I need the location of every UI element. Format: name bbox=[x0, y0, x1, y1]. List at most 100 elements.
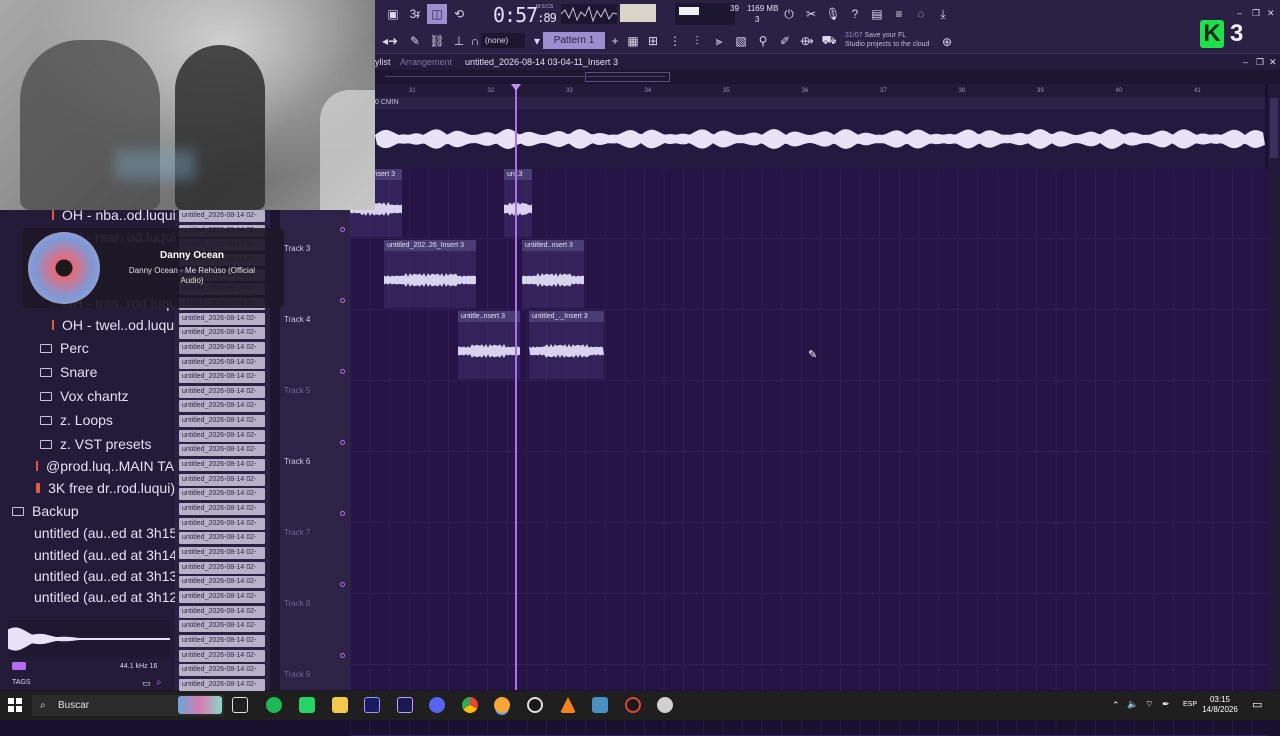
audio-clip[interactable]: untitled_202..26_Insert 3 bbox=[384, 240, 476, 308]
help-icon[interactable]: ? bbox=[845, 4, 865, 24]
track-name[interactable]: Track 5 bbox=[284, 386, 310, 395]
browser-item[interactable]: Perc bbox=[0, 337, 175, 359]
save-icon[interactable]: ▤ bbox=[867, 4, 887, 24]
windows-start-icon[interactable] bbox=[8, 698, 22, 712]
globe-icon[interactable]: ⊕ bbox=[937, 32, 957, 52]
browser-item[interactable]: untitled (au..ed at 3h12) bbox=[0, 586, 182, 608]
pattern-clip-item[interactable]: untitled_2026-08-14 02- bbox=[179, 415, 265, 428]
pattern-clip-item[interactable]: untitled_2026-08-14 02- bbox=[179, 341, 265, 354]
piano-roll-icon[interactable]: ⊞ bbox=[643, 31, 663, 51]
mute-tool-icon[interactable]: ⟴ bbox=[797, 31, 817, 51]
pattern-clip-item[interactable]: untitled_2026-08-14 02- bbox=[179, 546, 265, 559]
pattern-clip-item[interactable]: untitled_2026-08-14 02- bbox=[179, 561, 265, 574]
pattern-clip-item[interactable]: untitled_2026-08-14 02- bbox=[179, 429, 265, 442]
pattern-clip-item[interactable]: untitled_2026-08-14 02- bbox=[179, 634, 265, 647]
plugin-icon[interactable]: ⚲ bbox=[753, 31, 773, 51]
track-row[interactable] bbox=[350, 240, 1268, 310]
track-mute-icon[interactable] bbox=[340, 440, 345, 445]
track-mute-icon[interactable] bbox=[340, 582, 345, 587]
track-name[interactable]: Track 4 bbox=[284, 315, 310, 324]
track-row[interactable] bbox=[350, 595, 1268, 665]
pattern-selector[interactable]: Pattern 1 bbox=[543, 32, 605, 49]
vertical-scrollbar[interactable] bbox=[1268, 84, 1280, 690]
browser-item[interactable]: OH - twel..od.luqui bbox=[0, 314, 177, 336]
browser-item[interactable]: untitled (au..ed at 3h14) bbox=[0, 544, 182, 566]
cut-icon[interactable]: ✂ bbox=[801, 4, 821, 24]
mixer-faders-icon[interactable]: ⫶ bbox=[687, 31, 707, 51]
browser-item[interactable]: Vox chantz bbox=[0, 385, 175, 407]
track-mute-icon[interactable] bbox=[340, 369, 345, 374]
discord-icon[interactable] bbox=[429, 697, 445, 713]
browser-item[interactable]: Snare bbox=[0, 361, 175, 383]
track-row[interactable] bbox=[350, 524, 1268, 594]
browser-tree-icon[interactable]: ⫸ bbox=[709, 31, 729, 51]
pattern-clip-item[interactable]: untitled_2026-08-14 02- bbox=[179, 210, 265, 222]
brush-icon[interactable]: ✐ bbox=[775, 31, 795, 51]
browser-item[interactable]: untitled (au..ed at 3h15) bbox=[0, 522, 182, 544]
browser-item[interactable]: z. Loops bbox=[0, 409, 175, 431]
loop-record-icon[interactable]: ⟲ bbox=[449, 4, 469, 24]
mixer-icon[interactable]: ≡ bbox=[889, 4, 909, 24]
pattern-clip-item[interactable]: untitled_2026-08-14 02- bbox=[179, 517, 265, 530]
channel-rack-icon[interactable]: ⋮ bbox=[665, 31, 685, 51]
taskbar-clock[interactable]: 03:15 14/8/2026 bbox=[1195, 695, 1245, 715]
playhead-marker-icon[interactable] bbox=[511, 84, 521, 91]
pattern-clip-item[interactable]: untitled_2026-08-14 02- bbox=[179, 371, 265, 384]
playlist-minimize-icon[interactable]: – bbox=[1243, 57, 1248, 67]
pattern-clip-item[interactable]: untitled_2026-08-14 02- bbox=[179, 488, 265, 501]
arrow-right-icon[interactable]: ➜ bbox=[383, 31, 403, 51]
news-panel[interactable]: 31/07 Save your FL Studio projects to the… bbox=[845, 31, 929, 49]
pattern-clip-item[interactable]: untitled_2026-08-14 02- bbox=[179, 327, 265, 340]
add-pattern-icon[interactable]: + bbox=[605, 31, 625, 51]
browser-item[interactable]: z. VST presets bbox=[0, 433, 175, 455]
playlist-overview[interactable] bbox=[375, 70, 1280, 84]
pattern-clip-item[interactable]: untitled_2026-08-14 02- bbox=[179, 590, 265, 603]
pattern-clip-item[interactable]: untitled_2026-08-14 02- bbox=[179, 503, 265, 515]
task-view-icon[interactable] bbox=[232, 697, 248, 713]
playlist-close-icon[interactable]: ✕ bbox=[1269, 57, 1277, 68]
file-explorer-icon[interactable] bbox=[332, 697, 348, 713]
pattern-clip-item[interactable]: untitled_2026-08-14 02- bbox=[179, 605, 265, 618]
search-icon[interactable]: ⌕ bbox=[156, 677, 162, 688]
fl-studio-icon[interactable] bbox=[494, 697, 510, 713]
cart-icon[interactable]: ⛟ bbox=[819, 31, 839, 51]
after-effects-icon[interactable] bbox=[397, 697, 413, 713]
audio-clip[interactable]: untitle..nsert 3 bbox=[458, 311, 520, 379]
browser-item[interactable]: Backup bbox=[0, 500, 175, 522]
pattern-clip-item[interactable]: untitled_2026-08-14 02- bbox=[179, 664, 265, 677]
pattern-clip-item[interactable]: untitled_2026-08-14 02- bbox=[179, 473, 265, 486]
metronome-icon[interactable]: ▣ bbox=[383, 4, 403, 24]
preview-play-icon[interactable] bbox=[12, 662, 26, 670]
pattern-clip-item[interactable]: untitled_2026-08-14 02- bbox=[179, 356, 265, 369]
pattern-clip-item[interactable]: untitled_2026-08-14 02- bbox=[179, 649, 265, 662]
maximize-icon[interactable]: ❐ bbox=[1252, 8, 1260, 19]
tray-chevron-icon[interactable]: ⌃ bbox=[1112, 700, 1120, 711]
track-row[interactable] bbox=[350, 382, 1268, 452]
whatsapp-icon[interactable] bbox=[299, 697, 315, 713]
track-mute-icon[interactable] bbox=[340, 298, 345, 303]
browser-item[interactable]: @prod.luq..MAIN TAG bbox=[0, 455, 185, 477]
pattern-clip-item[interactable]: untitled_2026-08-14 02- bbox=[179, 312, 265, 325]
pattern-clip-item[interactable]: untitled_2026-08-14 02- bbox=[179, 678, 265, 691]
vlc-icon[interactable] bbox=[560, 697, 576, 713]
link-icon[interactable]: ⛓ bbox=[427, 31, 447, 51]
track-mute-icon[interactable] bbox=[340, 227, 345, 232]
track-name[interactable]: Track 6 bbox=[284, 457, 310, 466]
notification-center-icon[interactable]: ▭ bbox=[1252, 698, 1262, 711]
track-mute-icon[interactable] bbox=[340, 511, 345, 516]
pattern-clip-item[interactable]: untitled_2026-08-14 02- bbox=[179, 576, 265, 589]
playlist-tracks[interactable]: titled_Insert 3un..3untitled_202..26_Ins… bbox=[350, 169, 1268, 736]
playlist-maximize-icon[interactable]: ❐ bbox=[1256, 57, 1264, 68]
track-mute-icon[interactable] bbox=[340, 653, 345, 658]
track-row[interactable] bbox=[350, 453, 1268, 523]
chrome-icon[interactable] bbox=[462, 697, 478, 713]
volume-icon[interactable]: 🔈 bbox=[1127, 699, 1138, 710]
audio-clip[interactable]: untitled..nsert 3 bbox=[522, 240, 584, 308]
folder-icon[interactable]: ▭ bbox=[142, 678, 151, 689]
pattern-clip-item[interactable]: untitled_2026-08-14 02- bbox=[179, 400, 265, 413]
audio-clip[interactable]: un..3 bbox=[504, 169, 532, 237]
arrangement-name[interactable]: untitled_2026-08-14 03-04-11_Insert 3 bbox=[465, 57, 618, 67]
reset-icon[interactable]: ⏻ bbox=[779, 4, 799, 24]
minimize-icon[interactable]: – bbox=[1237, 8, 1242, 18]
recorder-icon[interactable] bbox=[625, 697, 641, 713]
